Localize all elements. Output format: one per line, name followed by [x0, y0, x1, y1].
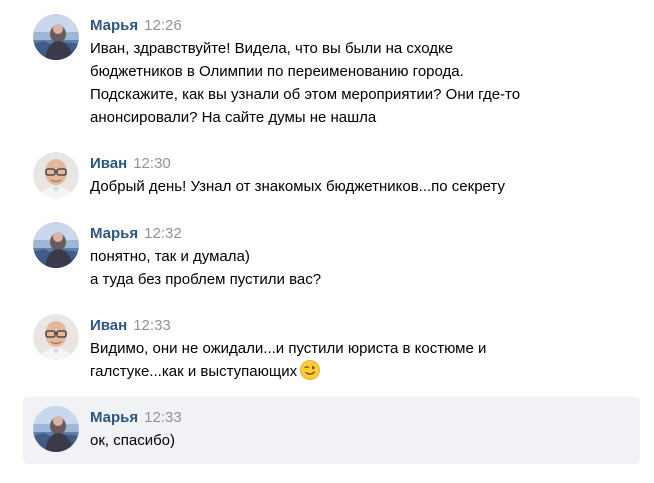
- ivan-photo-icon: [33, 152, 79, 198]
- message-4: Иван 12:33 Видимо, они не ожидали...и пус…: [23, 305, 640, 390]
- message-header: Иван 12:33: [90, 317, 171, 335]
- message-3: Марья 12:32 понятно, так и думала) а туда…: [23, 213, 640, 298]
- message-header: Марья 12:32: [90, 225, 182, 243]
- marya-photo-icon: [33, 406, 79, 452]
- avatar-ivan[interactable]: [33, 152, 79, 198]
- message-text: Добрый день! Узнал от знакомых бюджетник…: [90, 175, 630, 198]
- message-line: а туда без проблем пустили вас?: [90, 271, 322, 288]
- message-header: Иван 12:30: [90, 155, 171, 173]
- marya-photo-icon: [33, 14, 79, 60]
- message-2: Иван 12:30 Добрый день! Узнал от знакомых…: [23, 144, 640, 206]
- message-line: анонсировали? На сайте думы не нашла: [90, 109, 377, 126]
- author-name[interactable]: Марья: [90, 17, 138, 34]
- author-name[interactable]: Марья: [90, 409, 138, 426]
- message-line: бюджетников в Олимпии по переименованию …: [90, 63, 464, 80]
- message-header: Марья 12:33: [90, 409, 182, 427]
- message-line: Подскажите, как вы узнали об этом меропр…: [90, 86, 521, 103]
- message-line-text: галстуке...как и выступающих: [90, 363, 298, 380]
- marya-photo-icon: [33, 222, 79, 268]
- author-name[interactable]: Иван: [90, 317, 127, 334]
- message-line: Иван, здравствуйте! Видела, что вы были …: [90, 40, 454, 57]
- message-header: Марья 12:26: [90, 17, 182, 35]
- message-time[interactable]: 12:26: [144, 17, 182, 34]
- message-line: ок, спасибо): [90, 432, 176, 449]
- message-text: ок, спасибо): [90, 429, 630, 452]
- message-text: понятно, так и думала) а туда без пробле…: [90, 245, 630, 291]
- message-time[interactable]: 12:33: [133, 317, 171, 334]
- avatar-marya[interactable]: [33, 406, 79, 452]
- winking-face-icon: [300, 360, 320, 380]
- message-line: Добрый день! Узнал от знакомых бюджетник…: [90, 178, 505, 195]
- message-line: понятно, так и думала): [90, 248, 250, 265]
- message-line: галстуке...как и выступающих: [90, 360, 630, 383]
- message-line: Видимо, они не ожидали...и пустили юрист…: [90, 340, 487, 357]
- author-name[interactable]: Иван: [90, 155, 127, 172]
- message-1: Марья 12:26 Иван, здравствуйте! Видела, ч…: [23, 8, 640, 133]
- message-text: Иван, здравствуйте! Видела, что вы были …: [90, 37, 630, 129]
- ivan-photo-icon: [33, 314, 79, 360]
- message-text: Видимо, они не ожидали...и пустили юрист…: [90, 337, 630, 383]
- avatar-marya[interactable]: [33, 14, 79, 60]
- author-name[interactable]: Марья: [90, 225, 138, 242]
- message-time[interactable]: 12:33: [144, 409, 182, 426]
- message-5[interactable]: Марья 12:33 ок, спасибо): [23, 397, 640, 464]
- avatar-ivan[interactable]: [33, 314, 79, 360]
- message-time[interactable]: 12:30: [133, 155, 171, 172]
- message-time[interactable]: 12:32: [144, 225, 182, 242]
- avatar-marya[interactable]: [33, 222, 79, 268]
